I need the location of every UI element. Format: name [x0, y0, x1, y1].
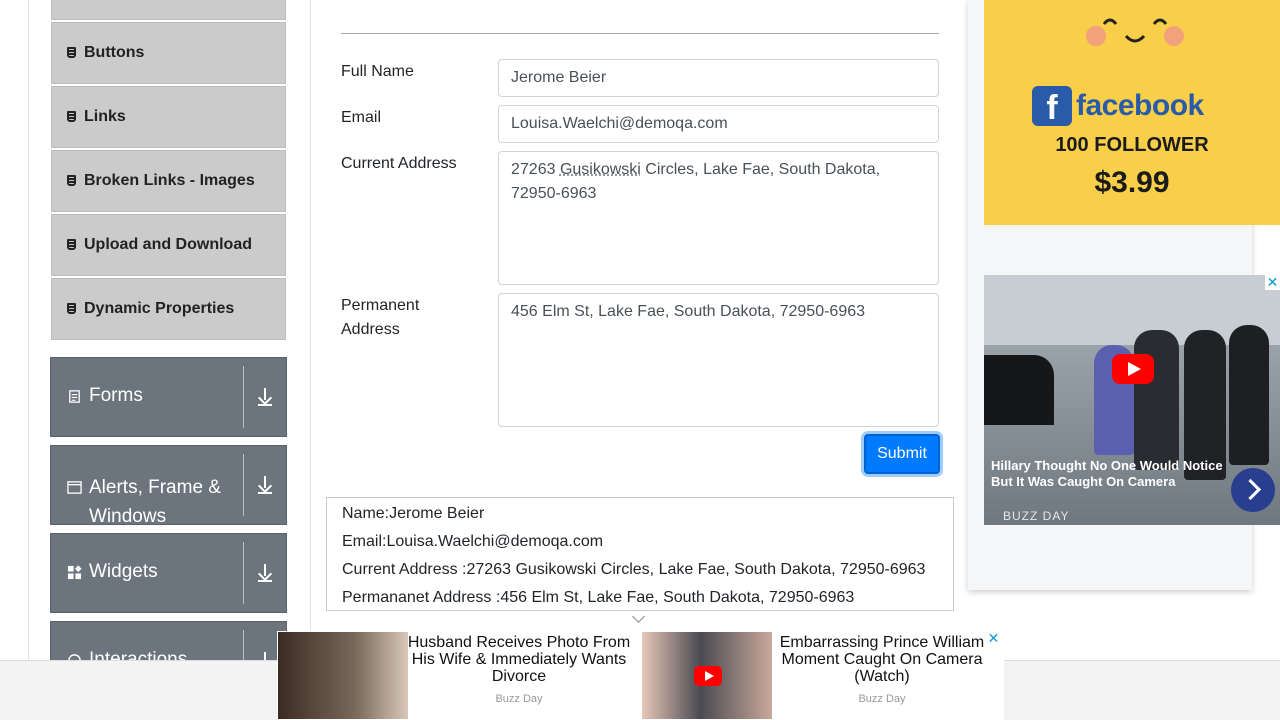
html5-icon: [66, 47, 77, 59]
document-icon: [69, 390, 80, 403]
current-address-text: 27263: [511, 161, 560, 178]
sidebar-item-label: Upload and Download: [84, 236, 252, 253]
email-input[interactable]: Louisa.Waelchi@demoqa.com: [498, 105, 939, 143]
output-permanent-address: Permananet Address :456 Elm St, Lake Fae…: [342, 589, 855, 606]
group-label: Forms: [89, 385, 143, 406]
html5-icon: [66, 175, 77, 187]
spellcheck-word: Gusikowski: [559, 161, 641, 178]
group-label: Alerts, Frame & Windows: [89, 477, 221, 527]
form-divider: [341, 33, 939, 34]
page: Buttons Links Broken Links - Images Uplo…: [0, 0, 1280, 720]
email-label: Email: [341, 109, 382, 126]
play-icon: [694, 666, 722, 686]
group-alerts-frame-windows[interactable]: Alerts, Frame & Windows: [50, 445, 287, 527]
video-caption: Hillary Thought No One Would Notice But …: [991, 458, 1223, 489]
car-shape: [984, 355, 1054, 425]
window-icon: [67, 481, 82, 494]
ad-price: $3.99: [1094, 166, 1170, 199]
facebook-ad[interactable]: f facebook 100 FOLLOWER $3.99: [984, 0, 1280, 225]
widgets-icon: [67, 565, 82, 580]
play-icon[interactable]: [1112, 354, 1154, 384]
sidebar-item-label: Dynamic Properties: [84, 300, 235, 317]
video-ad[interactable]: Hillary Thought No One Would Notice But …: [984, 275, 1280, 525]
ad-thumbnail[interactable]: [278, 632, 408, 719]
chevron-down-icon[interactable]: [630, 612, 648, 626]
group-forms[interactable]: Forms: [50, 357, 287, 437]
next-button[interactable]: [1231, 468, 1275, 512]
html5-icon: [66, 303, 77, 315]
sidebar-item-label: Broken Links - Images: [84, 172, 255, 189]
sidebar-item-buttons[interactable]: Buttons: [51, 22, 286, 84]
sidebar-item-links[interactable]: Links: [51, 86, 286, 148]
bottom-ad[interactable]: Husband Receives Photo From His Wife & I…: [277, 631, 1004, 720]
download-arrow-icon: [257, 476, 273, 494]
download-arrow-icon: [257, 564, 273, 582]
sidebar-item-partial[interactable]: [51, 0, 286, 20]
sidebar-item-broken-links[interactable]: Broken Links - Images: [51, 150, 286, 212]
ad-thumbnail[interactable]: [642, 632, 772, 719]
output-current-address: Current Address :27263 Gusikowski Circle…: [342, 561, 926, 578]
current-address-textarea[interactable]: 27263 Gusikowski Circles, Lake Fae, Sout…: [498, 151, 939, 285]
output-box: Name:Jerome Beier Email:Louisa.Waelchi@d…: [326, 497, 954, 611]
permanent-address-label: Permanent Address: [341, 297, 420, 338]
submit-button[interactable]: Submit: [864, 434, 940, 474]
output-email: Email:Louisa.Waelchi@demoqa.com: [342, 533, 604, 550]
facebook-f-icon: f: [1032, 86, 1072, 127]
close-icon[interactable]: ✕: [986, 631, 1001, 646]
close-icon[interactable]: ✕: [1265, 275, 1280, 290]
expand-button[interactable]: [244, 446, 286, 524]
expand-button[interactable]: [244, 534, 286, 612]
ad-title[interactable]: Embarrassing Prince William Moment Caugh…: [767, 634, 997, 685]
facebook-logo: f facebook: [1032, 84, 1232, 128]
full-name-label: Full Name: [341, 63, 414, 80]
sidebar-right-border: [310, 0, 311, 720]
sidebar-item-upload-download[interactable]: Upload and Download: [51, 214, 286, 276]
expand-button[interactable]: [244, 358, 286, 436]
ad-source: Buzz Day: [495, 693, 543, 705]
group-label: Widgets: [89, 561, 158, 582]
output-name: Name:Jerome Beier: [342, 505, 485, 522]
person-shape: [1229, 325, 1269, 465]
current-address-label: Current Address: [341, 155, 457, 172]
ad-source: Buzz Day: [858, 693, 906, 705]
sidebar-item-dynamic-properties[interactable]: Dynamic Properties: [51, 278, 286, 340]
permanent-address-textarea[interactable]: 456 Elm St, Lake Fae, South Dakota, 7295…: [498, 293, 939, 427]
full-name-input[interactable]: Jerome Beier: [498, 59, 939, 97]
group-widgets[interactable]: Widgets: [50, 533, 287, 613]
download-arrow-icon: [257, 388, 273, 406]
ad-title[interactable]: Husband Receives Photo From His Wife & I…: [404, 634, 634, 685]
smiley-face-icon: [1086, 18, 1184, 46]
person-shape: [1134, 330, 1179, 470]
video-source: BUZZ DAY: [1003, 509, 1070, 523]
ad-followers-text: 100 FOLLOWER: [1055, 134, 1209, 156]
sidebar-item-label: Links: [84, 108, 126, 125]
html5-icon: [66, 111, 77, 123]
sidebar-left-border: [28, 0, 29, 720]
html5-icon: [66, 239, 77, 251]
sidebar-item-label: Buttons: [84, 44, 145, 61]
facebook-wordmark: facebook: [1076, 89, 1204, 122]
